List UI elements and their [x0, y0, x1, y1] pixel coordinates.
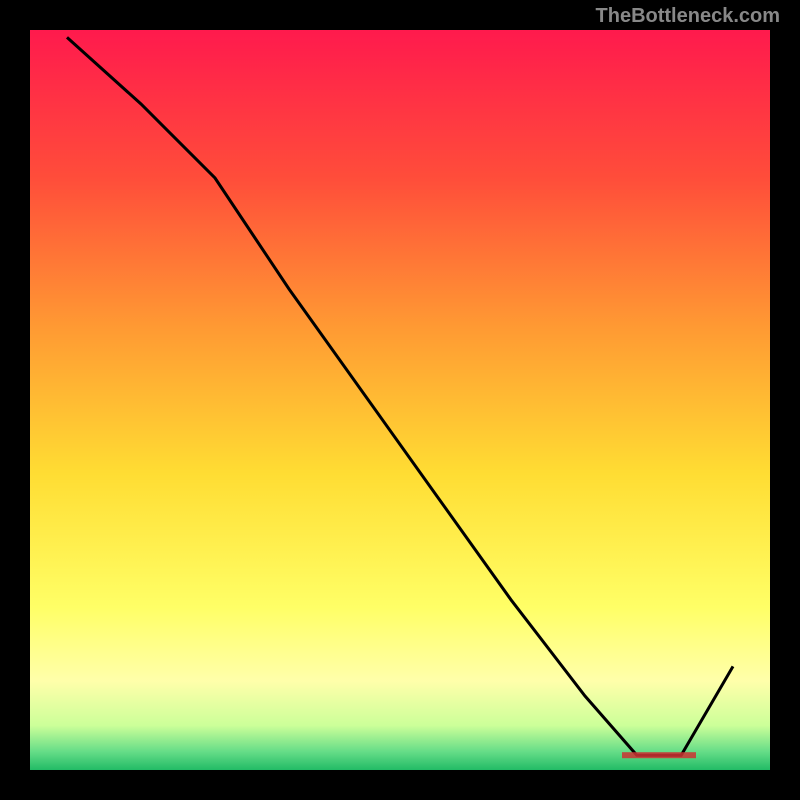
optimal-range-marker [622, 752, 696, 758]
chart-container: TheBottleneck.com [0, 0, 800, 800]
chart-svg [0, 0, 800, 800]
watermark-text: TheBottleneck.com [596, 5, 780, 28]
plot-background [30, 30, 770, 770]
